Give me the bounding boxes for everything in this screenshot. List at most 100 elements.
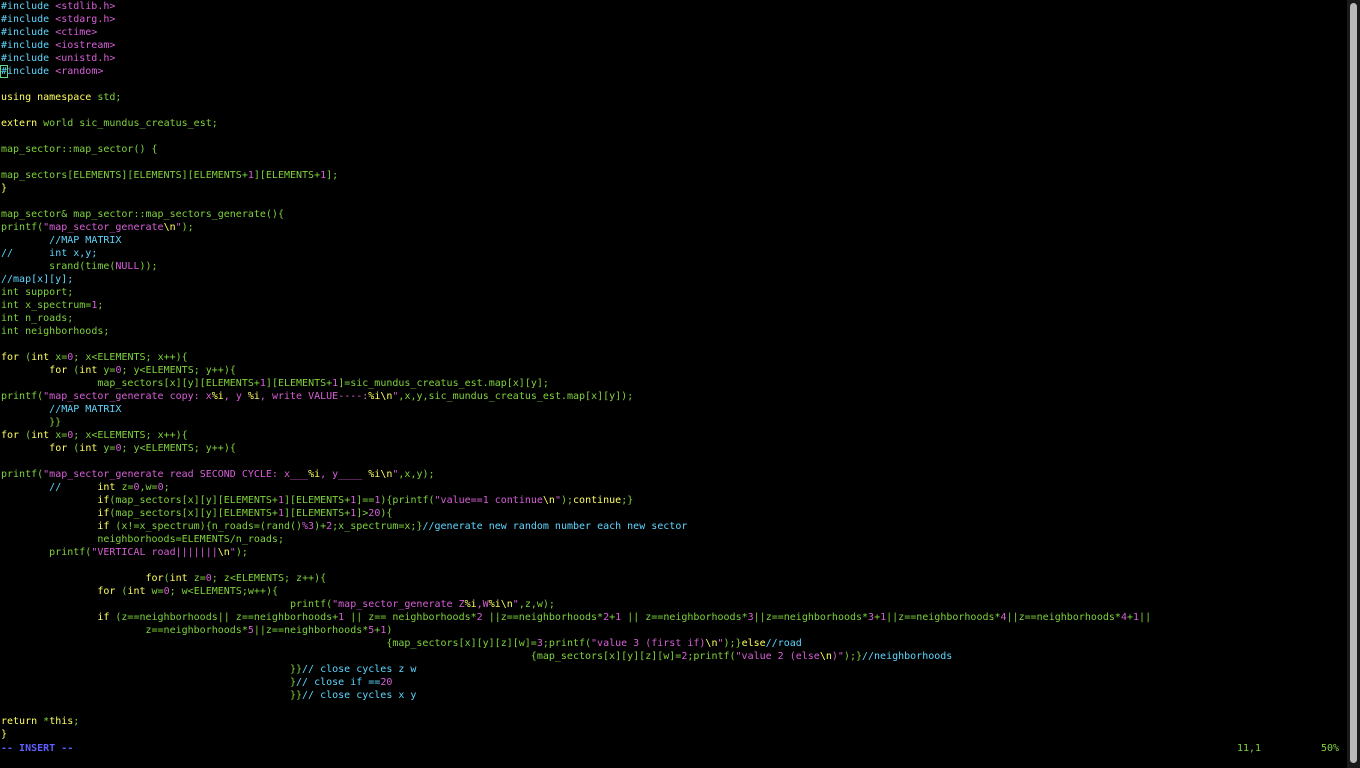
code-token: map_sector& map_sector::map_sectors_gene… xyxy=(1,209,284,220)
code-token: (map_sectors[x][y][ELEMENTS+ xyxy=(109,495,278,506)
code-line[interactable]: if(map_sectors[x][y][ELEMENTS+1][ELEMENT… xyxy=(1,494,1151,507)
code-line[interactable]: neighborhoods=ELEMENTS/n_roads; xyxy=(1,533,1151,546)
code-line[interactable]: printf("map_sector_generate copy: x%i, y… xyxy=(1,390,1151,403)
code-line[interactable] xyxy=(1,78,1151,91)
code-line[interactable] xyxy=(1,702,1151,715)
code-line[interactable] xyxy=(1,455,1151,468)
code-token: int xyxy=(1,300,26,311)
code-line[interactable]: } xyxy=(1,182,1151,195)
code-line[interactable]: if (z==neighborhoods|| z==neighborhoods+… xyxy=(1,611,1151,624)
code-token: include xyxy=(7,66,56,77)
code-line[interactable]: for (int y=0; y<ELEMENTS; y++){ xyxy=(1,364,1151,377)
code-line[interactable]: // int x,y; xyxy=(1,247,1151,260)
code-line[interactable]: {map_sectors[x][y][z][w]=3;printf("value… xyxy=(1,637,1151,650)
code-token: } xyxy=(1,183,8,194)
code-token: int xyxy=(1,313,26,324)
code-line[interactable]: if (x!=x_spectrum){n_roads=(rand()%3)+2;… xyxy=(1,520,1151,533)
code-token: , y xyxy=(223,391,248,402)
code-token: <stdarg.h> xyxy=(55,14,116,25)
code-token: ; y<ELEMENTS; y++){ xyxy=(121,443,236,454)
code-line[interactable]: map_sectors[x][y][ELEMENTS+1][ELEMENTS+1… xyxy=(1,377,1151,390)
code-line[interactable]: #include <stdlib.h> xyxy=(1,0,1151,13)
vim-editor-window[interactable]: #include <stdlib.h> #include <stdarg.h> #i… xyxy=(0,0,1347,768)
code-token: {map_sectors[x][y][z][w]= xyxy=(1,651,682,662)
code-line[interactable]: // int z=0,w=0; xyxy=(1,481,1151,494)
code-line[interactable]: }} xyxy=(1,416,1151,429)
code-line[interactable]: for (int x=0; x<ELEMENTS; x++){ xyxy=(1,429,1151,442)
code-token: ;printf( xyxy=(687,651,736,662)
code-line[interactable]: }}// close cycles x y xyxy=(1,689,1151,702)
code-line[interactable]: }// close if ==20 xyxy=(1,676,1151,689)
code-line[interactable]: srand(time(NULL)); xyxy=(1,260,1151,273)
code-line[interactable]: extern world sic_mundus_creatus_est; xyxy=(1,117,1151,130)
code-line[interactable] xyxy=(1,338,1151,351)
code-line[interactable]: } xyxy=(1,728,1151,741)
code-line[interactable]: using namespace std; xyxy=(1,91,1151,104)
code-token: "value==1 continue xyxy=(434,495,543,506)
code-line[interactable]: for (int x=0; x<ELEMENTS; x++){ xyxy=(1,351,1151,364)
code-token: printf( xyxy=(1,547,92,558)
code-token: ||z==neighborhoods* xyxy=(1006,612,1121,623)
code-token: for xyxy=(49,365,74,376)
code-line[interactable]: }}// close cycles z w xyxy=(1,663,1151,676)
code-line[interactable] xyxy=(1,559,1151,572)
code-line[interactable] xyxy=(1,130,1151,143)
code-token: printf( xyxy=(1,222,44,233)
code-token: ); xyxy=(235,547,248,558)
code-line[interactable]: for(int z=0; z<ELEMENTS; z++){ xyxy=(1,572,1151,585)
code-token: return xyxy=(1,716,44,727)
code-line[interactable]: for (int y=0; y<ELEMENTS; y++){ xyxy=(1,442,1151,455)
code-line[interactable]: return *this; xyxy=(1,715,1151,728)
code-line[interactable]: if(map_sectors[x][y][ELEMENTS+1][ELEMENT… xyxy=(1,507,1151,520)
code-line[interactable]: z==neighborhoods*5||z==neighborhoods*5+1… xyxy=(1,624,1151,637)
code-token: NULL xyxy=(115,261,140,272)
code-line[interactable]: map_sectors[ELEMENTS][ELEMENTS][ELEMENTS… xyxy=(1,169,1151,182)
code-line[interactable]: //map[x][y]; xyxy=(1,273,1151,286)
code-line[interactable]: //MAP MATRIX xyxy=(1,234,1151,247)
scrollbar-thumb[interactable] xyxy=(1350,3,1357,763)
vertical-scrollbar[interactable] xyxy=(1347,0,1360,768)
code-line[interactable]: printf("map_sector_generate Z%i,W%i\n",z… xyxy=(1,598,1151,611)
code-line[interactable]: printf("map_sector_generate\n"); xyxy=(1,221,1151,234)
code-token: ){ xyxy=(380,508,393,519)
code-token: ; w<ELEMENTS;w++){ xyxy=(169,586,278,597)
code-token: }} xyxy=(1,664,303,675)
code-buffer[interactable]: #include <stdlib.h> #include <stdarg.h> #i… xyxy=(0,0,1151,741)
code-token: ) xyxy=(386,625,393,636)
code-token: for xyxy=(49,443,74,454)
code-token: //road xyxy=(765,638,802,649)
code-line[interactable]: printf("map_sector_generate read SECOND … xyxy=(1,468,1151,481)
code-line[interactable] xyxy=(1,104,1151,117)
code-line[interactable]: //MAP MATRIX xyxy=(1,403,1151,416)
code-token: }} xyxy=(1,417,62,428)
code-token: "value 2 (else xyxy=(735,651,820,662)
code-line[interactable]: int n_roads; xyxy=(1,312,1151,325)
code-line[interactable]: #include <unistd.h> xyxy=(1,52,1151,65)
code-line[interactable]: int neighborhoods; xyxy=(1,325,1151,338)
code-line[interactable]: int x_spectrum=1; xyxy=(1,299,1151,312)
code-token: );} xyxy=(843,651,862,662)
code-token: ][ELEMENTS+ xyxy=(283,508,351,519)
code-line[interactable]: #include <ctime> xyxy=(1,26,1151,39)
code-token: \n xyxy=(380,391,393,402)
code-line[interactable]: printf("VERTICAL road|||||||\n"); xyxy=(1,546,1151,559)
code-token: z= xyxy=(121,482,134,493)
code-line[interactable]: #include <stdarg.h> xyxy=(1,13,1151,26)
code-token: #include xyxy=(1,53,56,64)
code-line[interactable] xyxy=(1,156,1151,169)
code-line[interactable]: map_sector& map_sector::map_sectors_gene… xyxy=(1,208,1151,221)
code-line[interactable]: int support; xyxy=(1,286,1151,299)
code-line[interactable]: #include <iostream> xyxy=(1,39,1151,52)
code-token: int xyxy=(79,365,104,376)
code-line[interactable] xyxy=(1,195,1151,208)
code-token: {map_sectors[x][y][z][w]= xyxy=(1,638,537,649)
code-token: #include xyxy=(1,1,56,12)
code-line[interactable]: map_sector::map_sector() { xyxy=(1,143,1151,156)
code-token: ||z==neighborhoods* xyxy=(253,625,369,636)
code-line[interactable]: for (int w=0; w<ELEMENTS;w++){ xyxy=(1,585,1151,598)
code-token: } xyxy=(1,677,297,688)
code-line[interactable]: #include <random> xyxy=(0,65,1151,78)
code-line[interactable]: {map_sectors[x][y][z][w]=2;printf("value… xyxy=(1,650,1151,663)
